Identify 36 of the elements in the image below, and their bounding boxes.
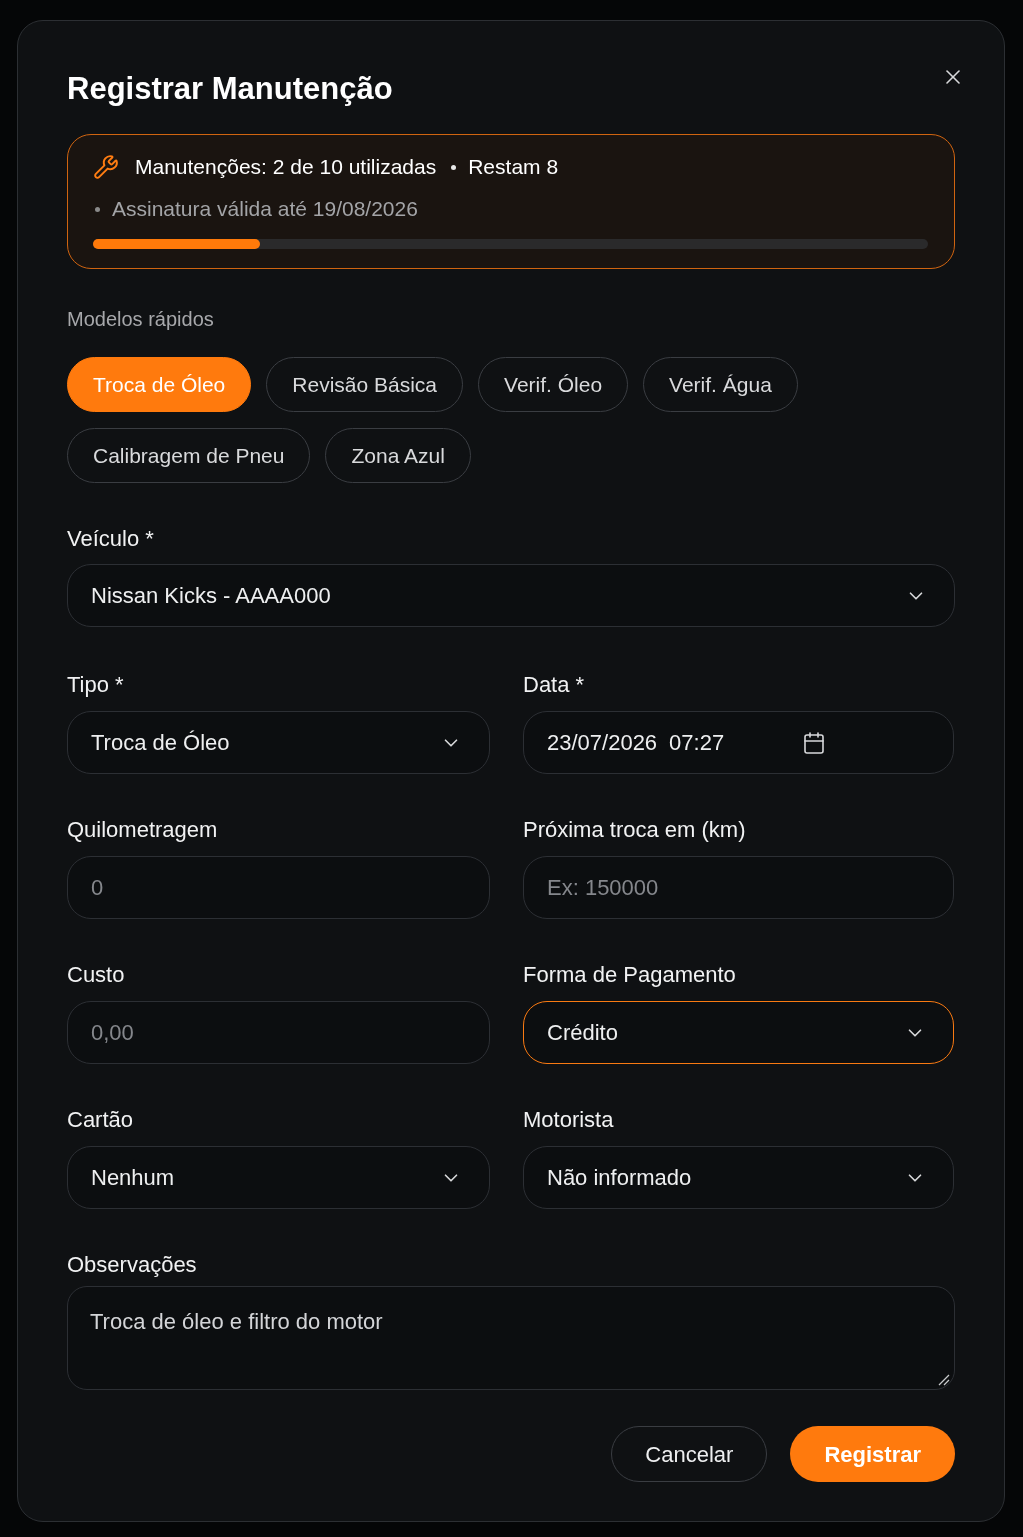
- remaining-text: Restam 8: [468, 154, 559, 181]
- date-time-field[interactable]: 23/07/2026 07:27: [523, 711, 954, 774]
- template-chip[interactable]: Revisão Básica: [266, 357, 464, 412]
- field-label: Quilometragem: [67, 817, 219, 843]
- bullet-icon: [95, 206, 100, 212]
- cancel-button[interactable]: Cancelar: [611, 1426, 768, 1482]
- text-field[interactable]: 0,00: [67, 1001, 490, 1064]
- vehicle-select[interactable]: Nissan Kicks - AAAA000: [67, 564, 955, 627]
- text-field[interactable]: Ex: 150000: [523, 856, 954, 919]
- dropdown-field[interactable]: Não informado: [523, 1146, 954, 1209]
- notes-field[interactable]: Troca de óleo e filtro do motor: [67, 1286, 955, 1390]
- usage-text: Manutenções: 2 de 10 utilizadas: [135, 154, 437, 181]
- subscription-text: Assinatura válida até 19/08/2026: [112, 196, 418, 223]
- dropdown-field[interactable]: Nenhum: [67, 1146, 490, 1209]
- wrench-icon: [93, 154, 119, 180]
- field-label: Tipo *: [67, 672, 125, 698]
- field-label: Cartão: [67, 1107, 135, 1133]
- field-label: Próxima troca em (km): [523, 817, 747, 843]
- bullet-icon: [451, 164, 457, 170]
- field-label: Veículo *: [67, 526, 155, 552]
- field-label: Observações: [67, 1252, 198, 1278]
- field-label: Forma de Pagamento: [523, 962, 737, 988]
- template-chip[interactable]: Verif. Água: [643, 357, 798, 412]
- resize-grip-icon[interactable]: [938, 1374, 950, 1386]
- dialog-title: Registrar Manutenção: [67, 70, 393, 108]
- text-field[interactable]: 0: [67, 856, 490, 919]
- section-label: Modelos rápidos: [67, 307, 215, 331]
- field-label: Motorista: [523, 1107, 615, 1133]
- template-chip[interactable]: Zona Azul: [325, 428, 471, 483]
- dropdown-field[interactable]: Troca de Óleo: [67, 711, 490, 774]
- calendar-icon[interactable]: [802, 730, 827, 755]
- field-label: Custo: [67, 962, 126, 988]
- template-chip[interactable]: Verif. Óleo: [478, 357, 629, 412]
- dropdown-field[interactable]: Crédito: [523, 1001, 954, 1064]
- field-label: Data *: [523, 672, 586, 698]
- template-chip[interactable]: Calibragem de Pneu: [67, 428, 311, 483]
